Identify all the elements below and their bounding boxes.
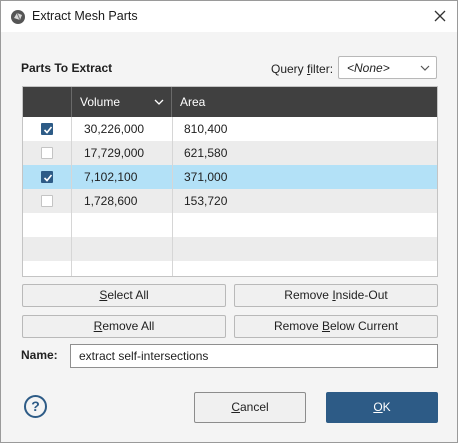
table-row[interactable]: 30,226,000 810,400 [23,117,437,141]
volume-cell [72,213,173,237]
table-row[interactable]: 1,728,600 153,720 [23,189,437,213]
volume-cell: 30,226,000 [72,117,173,141]
table-row-empty [23,213,437,237]
close-icon[interactable] [431,7,449,25]
name-label: Name: [21,348,58,362]
cancel-button[interactable]: Cancel [194,392,306,423]
checkbox-cell [23,141,72,165]
checkbox-cell [23,117,72,141]
table-row[interactable]: 17,729,000 621,580 [23,141,437,165]
area-cell: 371,000 [184,170,228,184]
table-row[interactable]: 7,102,100 371,000 [23,165,437,189]
area-cell [173,261,437,276]
remove-all-button[interactable]: Remove All [22,315,226,338]
volume-cell [72,237,173,261]
query-filter-label: Query filter: [271,62,334,76]
area-cell [173,213,437,237]
area-cell: 153,720 [184,194,228,208]
table-row-empty [23,237,437,261]
query-filter-value: <None> [347,61,390,75]
volume-cell: 17,729,000 [72,141,173,165]
app-icon [11,10,25,24]
help-icon[interactable]: ? [24,395,47,418]
table-header: Volume Area [23,87,437,117]
name-input[interactable] [70,344,438,368]
title-bar: Extract Mesh Parts [1,1,457,32]
remove-below-current-button[interactable]: Remove Below Current [234,315,438,338]
ok-button[interactable]: OK [326,392,438,423]
area-cell [173,237,437,261]
header-area-label: Area [180,95,206,109]
area-cell: 621,580 [184,146,228,160]
volume-cell [72,261,173,276]
dialog-window: Extract Mesh Parts Parts To Extract Quer… [0,0,458,443]
checkbox-unchecked[interactable] [41,195,53,207]
chevron-down-icon [420,65,430,71]
volume-cell: 1,728,600 [72,189,173,213]
checkbox-cell [23,213,72,237]
checkbox-checked[interactable] [41,171,53,183]
checkmark-icon [43,174,53,182]
checkbox-cell [23,237,72,261]
header-area[interactable]: Area [173,87,437,117]
checkbox-cell [23,165,72,189]
section-title: Parts To Extract [21,61,113,75]
query-filter-dropdown[interactable]: <None> [338,56,437,79]
dialog-body: Parts To Extract Query filter: <None> Vo… [1,32,457,442]
remove-inside-out-button[interactable]: Remove Inside-Out [234,284,438,307]
checkmark-icon [43,126,53,134]
header-checkbox-column [23,87,72,117]
parts-table: Volume Area 30,226,000 810,400 17,729,000 6… [22,86,438,277]
window-title: Extract Mesh Parts [32,9,138,23]
header-volume-label: Volume [80,95,121,109]
volume-cell: 7,102,100 [72,165,173,189]
select-all-button[interactable]: Select All [22,284,226,307]
sort-chevron-icon [154,99,164,105]
area-cell: 810,400 [184,122,228,136]
checkbox-cell [23,261,72,276]
checkbox-unchecked[interactable] [41,147,53,159]
table-row-empty [23,261,437,276]
checkbox-cell [23,189,72,213]
header-volume[interactable]: Volume [72,87,172,117]
checkbox-checked[interactable] [41,123,53,135]
